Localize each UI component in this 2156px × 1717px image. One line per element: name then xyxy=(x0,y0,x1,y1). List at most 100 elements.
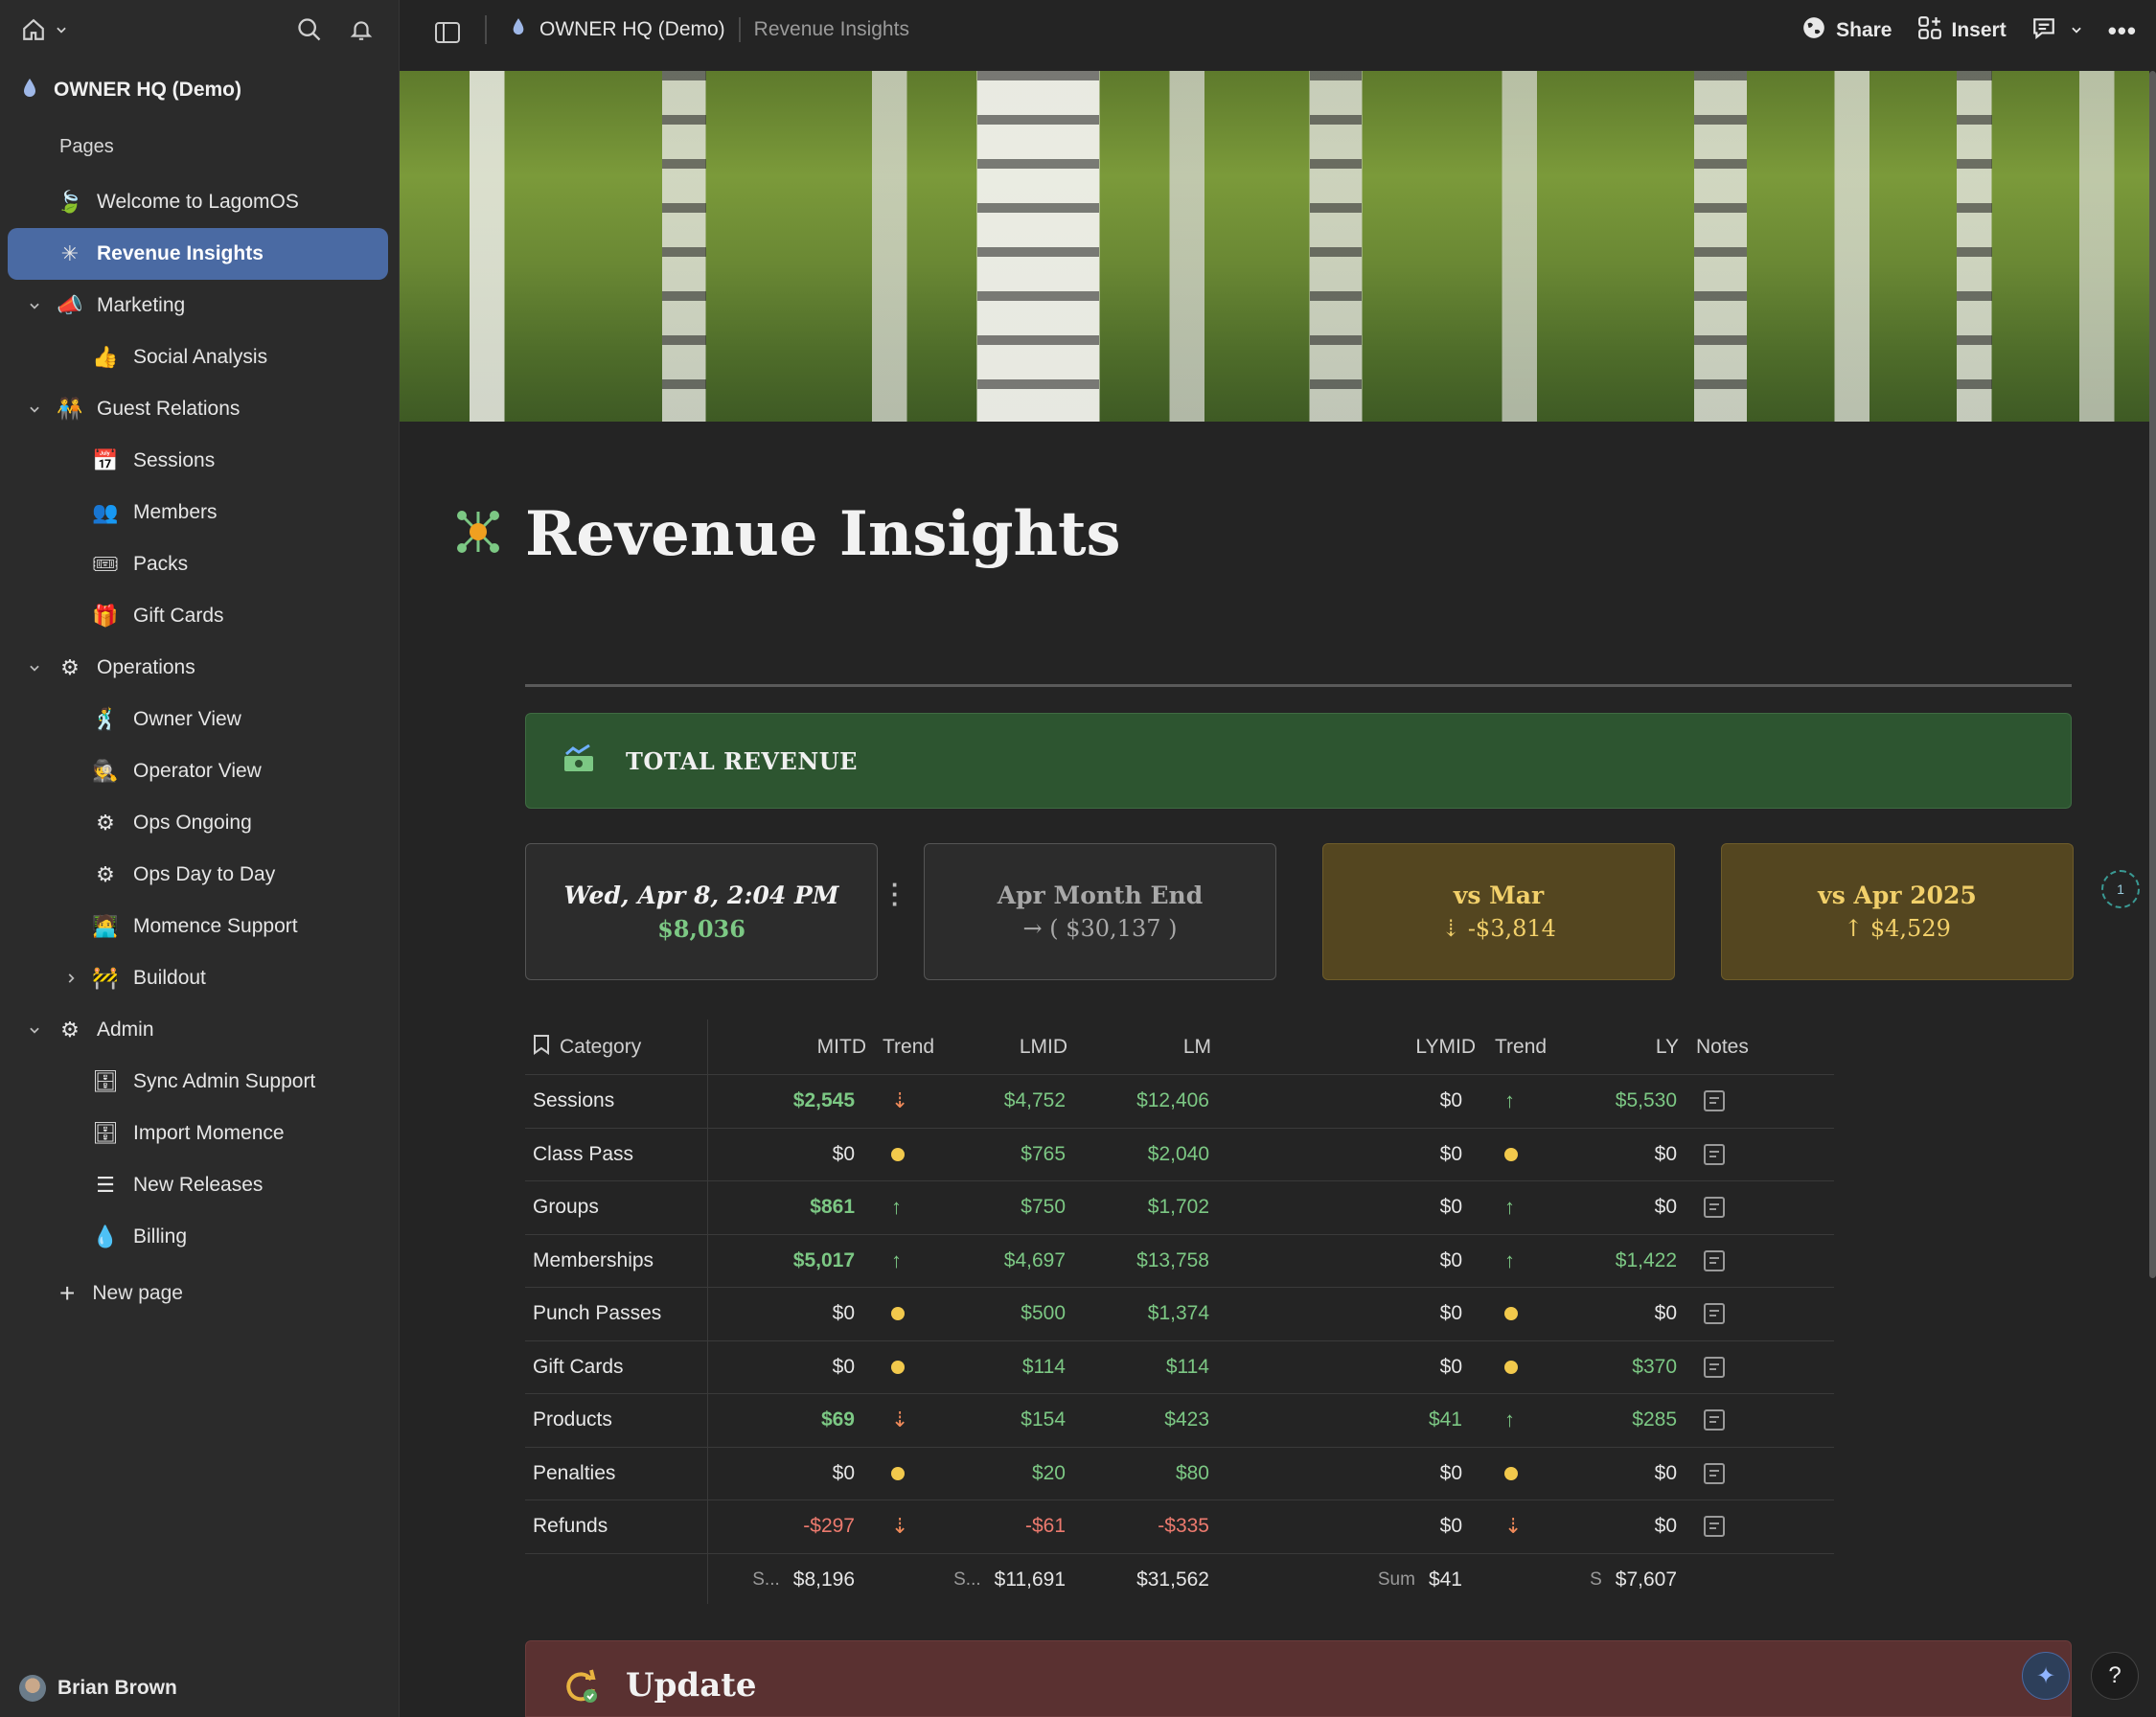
user-profile[interactable]: Brian Brown xyxy=(19,1675,177,1702)
lm-cell[interactable]: $13,758 xyxy=(1090,1235,1209,1288)
lm-cell[interactable]: -$335 xyxy=(1090,1500,1209,1553)
chevron-down-icon[interactable] xyxy=(25,658,44,677)
new-page-button[interactable]: + New page xyxy=(59,1278,183,1309)
category-cell[interactable]: Class Pass xyxy=(533,1129,633,1181)
ly-cell[interactable]: $0 xyxy=(1589,1448,1677,1500)
notes-cell[interactable] xyxy=(1704,1129,1725,1181)
sidebar-item-operations[interactable]: ⚙ Operations xyxy=(0,642,400,694)
notes-icon[interactable] xyxy=(1704,1516,1725,1538)
notes-icon[interactable] xyxy=(1704,1462,1725,1484)
more-options-icon[interactable]: ••• xyxy=(2108,16,2137,46)
ly-cell[interactable]: $285 xyxy=(1589,1394,1677,1447)
table-row[interactable]: Sessions $2,545 ⇣ $4,752 $12,406 $0 ↑ $5,530 xyxy=(525,1075,1834,1129)
mitd-cell[interactable]: $69 xyxy=(717,1394,855,1447)
column-header-lymid[interactable]: LYMID xyxy=(1384,1019,1476,1074)
sidebar-item-marketing[interactable]: 📣 Marketing xyxy=(0,280,400,332)
notes-cell[interactable] xyxy=(1704,1448,1725,1500)
help-button[interactable]: ? xyxy=(2091,1652,2139,1700)
lmid-cell[interactable]: $154 xyxy=(975,1394,1066,1447)
ly-cell[interactable]: $5,530 xyxy=(1589,1075,1677,1128)
lymid-cell[interactable]: $41 xyxy=(1384,1394,1462,1447)
lm-cell[interactable]: $1,374 xyxy=(1090,1288,1209,1340)
mitd-cell[interactable]: $0 xyxy=(717,1448,855,1500)
notes-icon[interactable] xyxy=(1704,1143,1725,1165)
notes-cell[interactable] xyxy=(1704,1181,1725,1234)
column-header-category[interactable]: Category xyxy=(533,1019,641,1074)
breadcrumb-workspace[interactable]: OWNER HQ (Demo) xyxy=(539,18,725,41)
scrollbar[interactable] xyxy=(2149,71,2156,1278)
category-cell[interactable]: Gift Cards xyxy=(533,1341,624,1394)
notes-icon[interactable] xyxy=(1704,1303,1725,1325)
lm-cell[interactable]: $1,702 xyxy=(1090,1181,1209,1234)
lymid-cell[interactable]: $0 xyxy=(1384,1129,1462,1181)
lymid-cell[interactable]: $0 xyxy=(1384,1288,1462,1340)
lymid-cell[interactable]: $0 xyxy=(1384,1341,1462,1394)
notes-cell[interactable] xyxy=(1704,1500,1725,1553)
sidebar-item-new-releases[interactable]: ☰ New Releases xyxy=(0,1159,400,1211)
sidebar-item-sync-admin-support[interactable]: 🗄 Sync Admin Support xyxy=(0,1056,400,1108)
category-cell[interactable]: Products xyxy=(533,1394,612,1447)
lymid-cell[interactable]: $0 xyxy=(1384,1235,1462,1288)
ly-cell[interactable]: $0 xyxy=(1589,1288,1677,1340)
notes-cell[interactable] xyxy=(1704,1341,1725,1394)
sidebar-item-import-momence[interactable]: 🗄 Import Momence xyxy=(0,1108,400,1159)
notes-icon[interactable] xyxy=(1704,1249,1725,1271)
kpi-card-month-end[interactable]: Apr Month End → ( $30,137 ) xyxy=(924,843,1276,980)
sidebar-item-operator-view[interactable]: 🕵 Operator View xyxy=(0,745,400,797)
lmid-cell[interactable]: $114 xyxy=(975,1341,1066,1394)
chevron-down-icon[interactable] xyxy=(52,13,71,46)
notes-icon[interactable] xyxy=(1704,1356,1725,1378)
chevron-right-icon[interactable] xyxy=(61,969,80,988)
lm-cell[interactable]: $2,040 xyxy=(1090,1129,1209,1181)
table-row[interactable]: Class Pass $0 $765 $2,040 $0 $0 xyxy=(525,1129,1834,1181)
lymid-cell[interactable]: $0 xyxy=(1384,1448,1462,1500)
sidebar-item-admin[interactable]: ⚙ Admin xyxy=(0,1004,400,1056)
column-header-lm[interactable]: LM xyxy=(1090,1019,1211,1074)
table-row[interactable]: Penalties $0 $20 $80 $0 $0 xyxy=(525,1448,1834,1500)
sidebar-item-packs[interactable]: 🎟 Packs xyxy=(0,538,400,590)
sidebar-item-revenue-insights[interactable]: ✳ Revenue Insights xyxy=(8,228,388,280)
sidebar-item-members[interactable]: 👥 Members xyxy=(0,487,400,538)
table-row[interactable]: Refunds -$297 ⇣ -$61 -$335 $0 ⇣ $0 xyxy=(525,1500,1834,1554)
lmid-cell[interactable]: -$61 xyxy=(975,1500,1066,1553)
mitd-total[interactable]: S... $8,196 xyxy=(717,1554,855,1608)
table-row[interactable]: Memberships $5,017 ↑ $4,697 $13,758 $0 ↑ $1,422 xyxy=(525,1235,1834,1288)
ly-total[interactable]: S $7,607 xyxy=(1589,1554,1677,1608)
more-vertical-icon[interactable]: · · · xyxy=(891,872,900,916)
sidebar-item-momence-support[interactable]: 🧑‍💻 Momence Support xyxy=(0,901,400,952)
cover-image[interactable] xyxy=(400,71,2149,422)
page-indicator[interactable]: 1 xyxy=(2101,870,2140,908)
lm-cell[interactable]: $12,406 xyxy=(1090,1075,1209,1128)
notes-cell[interactable] xyxy=(1704,1394,1725,1447)
sidebar-item-gift-cards[interactable]: 🎁 Gift Cards xyxy=(0,590,400,642)
sparkle-icon[interactable] xyxy=(452,506,504,562)
notes-icon[interactable] xyxy=(1704,1197,1725,1219)
sidebar-item-guest-relations[interactable]: 🧑‍🤝‍🧑 Guest Relations xyxy=(0,383,400,435)
category-cell[interactable]: Refunds xyxy=(533,1500,608,1553)
column-header-trend-ly[interactable]: Trend xyxy=(1495,1019,1547,1074)
lymid-cell[interactable]: $0 xyxy=(1384,1500,1462,1553)
category-cell[interactable]: Groups xyxy=(533,1181,599,1234)
sidebar-item-welcome-to-lagomos[interactable]: 🍃 Welcome to LagomOS xyxy=(0,176,400,228)
chevron-down-icon[interactable] xyxy=(25,296,44,315)
sidebar-toggle-icon[interactable] xyxy=(432,17,463,48)
column-header-trend[interactable]: Trend xyxy=(883,1019,934,1074)
category-cell[interactable]: Memberships xyxy=(533,1235,654,1288)
insert-button[interactable]: Insert xyxy=(1917,15,2007,46)
ai-assistant-button[interactable]: ✦ xyxy=(2022,1652,2070,1700)
column-header-lmid[interactable]: LMID xyxy=(975,1019,1067,1074)
bell-icon[interactable] xyxy=(345,13,378,46)
category-cell[interactable]: Punch Passes xyxy=(533,1288,661,1340)
mitd-cell[interactable]: $0 xyxy=(717,1129,855,1181)
home-icon[interactable] xyxy=(17,13,50,46)
sidebar-item-sessions[interactable]: 📅 Sessions xyxy=(0,435,400,487)
table-row[interactable]: Punch Passes $0 $500 $1,374 $0 $0 xyxy=(525,1288,1834,1341)
ly-cell[interactable]: $1,422 xyxy=(1589,1235,1677,1288)
ly-cell[interactable]: $0 xyxy=(1589,1181,1677,1234)
lymid-cell[interactable]: $0 xyxy=(1384,1075,1462,1128)
share-button[interactable]: Share xyxy=(1801,15,1892,46)
lmid-cell[interactable]: $4,752 xyxy=(975,1075,1066,1128)
ly-cell[interactable]: $0 xyxy=(1589,1500,1677,1553)
lmid-cell[interactable]: $750 xyxy=(975,1181,1066,1234)
table-row[interactable]: Gift Cards $0 $114 $114 $0 $370 xyxy=(525,1341,1834,1394)
